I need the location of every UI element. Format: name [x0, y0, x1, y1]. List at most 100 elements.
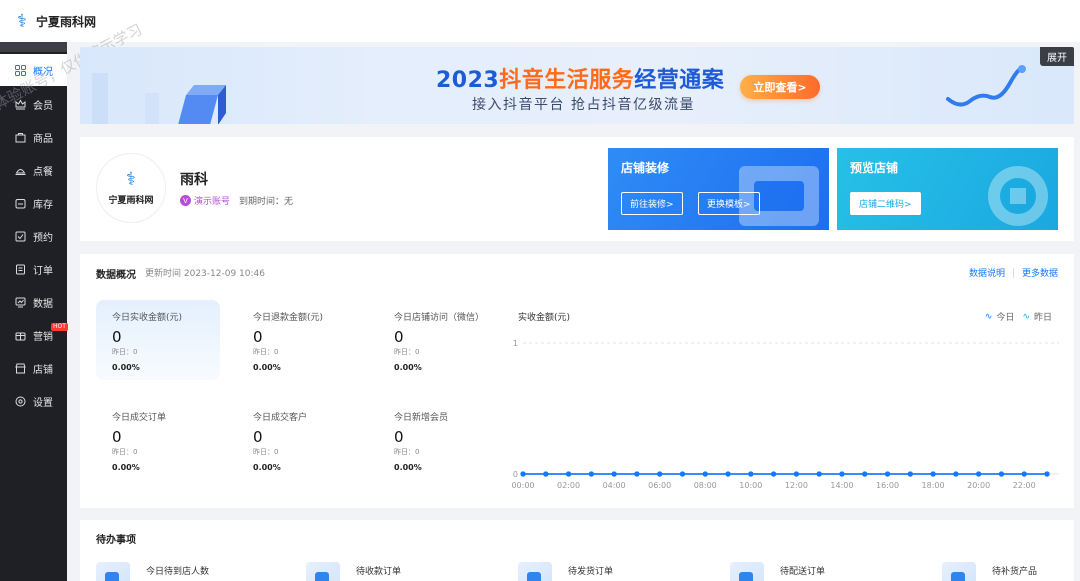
stat-value: 0	[253, 328, 263, 346]
data-point	[907, 471, 913, 477]
x-tick-label: 16:00	[876, 481, 899, 490]
x-tick-label: 06:00	[648, 481, 671, 490]
account-badge: V 演示账号 到期时间：无	[180, 194, 293, 207]
data-point	[611, 471, 617, 477]
store-info-panel: ⚕ 宁夏雨科网 雨科 V 演示账号 到期时间：无 店铺装修 前往装修> 更换模板>…	[80, 137, 1074, 241]
settings-icon	[14, 396, 26, 408]
banner-title: 2023抖音生活服务经营通案	[436, 68, 725, 93]
sidebar: 概况 会员 商品 点餐 库存 预约 订单 数据 营销 HOT 店铺 设置	[0, 42, 68, 581]
stat-card[interactable]: 今日实收金额(元) 0 昨日：0 0.00%	[96, 300, 220, 380]
banner-decoration	[92, 73, 226, 124]
sidebar-item-marketing[interactable]: 营销 HOT	[0, 319, 68, 352]
todo-item[interactable]: 待补货产品	[942, 562, 1037, 581]
view-now-button[interactable]: 立即查看>	[740, 75, 820, 99]
stat-percent: 0.00%	[253, 363, 281, 372]
chart-legend: ∿ 今日 ∿ 昨日	[977, 310, 1052, 324]
more-data-link[interactable]: 更多数据	[1022, 266, 1058, 279]
sidebar-item-data[interactable]: 数据	[0, 286, 67, 319]
x-tick-label: 02:00	[557, 481, 580, 490]
todo-item[interactable]: 今日待到店人数	[96, 562, 209, 581]
data-overview-panel: 数据概况 更新时间 2023-12-09 10:46 数据说明 更多数据 今日实…	[80, 254, 1074, 508]
stat-label: 今日新增会员	[394, 413, 449, 423]
data-point	[839, 471, 845, 477]
store-icon	[14, 363, 26, 375]
product-icon	[14, 132, 26, 144]
sidebar-item-member[interactable]: 会员	[0, 88, 67, 121]
chart-icon	[14, 297, 26, 309]
data-point	[588, 471, 594, 477]
todo-item[interactable]: 待配送订单	[730, 562, 825, 581]
store-avatar: ⚕ 宁夏雨科网	[96, 153, 166, 223]
stat-value: 0	[112, 328, 122, 346]
data-point	[634, 471, 640, 477]
stat-card[interactable]: 今日店铺访问（微信） 0 昨日：0 0.00%	[378, 300, 508, 380]
todo-icon	[306, 562, 340, 581]
sidebar-item-inventory[interactable]: 库存	[0, 187, 67, 220]
data-point	[930, 471, 936, 477]
data-point	[1044, 471, 1050, 477]
trend-line-decoration	[946, 65, 1026, 107]
x-tick-label: 12:00	[785, 481, 808, 490]
data-point	[976, 471, 982, 477]
sidebar-item-store[interactable]: 店铺	[0, 352, 67, 385]
stat-card[interactable]: 今日成交订单 0 昨日：0 0.00%	[96, 400, 220, 480]
stat-yesterday: 昨日：0	[394, 448, 420, 456]
stat-card[interactable]: 今日成交客户 0 昨日：0 0.00%	[237, 400, 361, 480]
top-bar: ⚕ 宁夏雨科网	[0, 0, 1080, 42]
stat-card[interactable]: 今日退款金额(元) 0 昨日：0 0.00%	[237, 300, 361, 380]
todo-icon	[942, 562, 976, 581]
data-point	[702, 471, 708, 477]
promo-banner[interactable]: 2023抖音生活服务经营通案 接入抖音平台 抢占抖音亿级流量 立即查看> 展开	[80, 47, 1074, 124]
stat-percent: 0.00%	[112, 463, 140, 472]
x-tick-label: 14:00	[830, 481, 853, 490]
sidebar-item-label: 数据	[33, 299, 53, 310]
divider	[1012, 267, 1014, 278]
data-point	[748, 471, 754, 477]
legend-item-yesterday[interactable]: ∿ 昨日	[1022, 310, 1052, 324]
todo-item[interactable]: 待发货订单	[518, 562, 613, 581]
data-point	[953, 471, 959, 477]
stat-label: 今日实收金额(元)	[112, 313, 183, 323]
crown-icon	[14, 99, 26, 111]
overview-links: 数据说明 更多数据	[969, 266, 1058, 279]
sidebar-item-booking[interactable]: 预约	[0, 220, 67, 253]
data-point	[816, 471, 822, 477]
store-name: 雨科	[180, 172, 208, 188]
vip-icon: V	[180, 195, 191, 206]
sidebar-item-label: 概况	[33, 66, 53, 78]
dish-icon	[14, 165, 26, 177]
sidebar-item-settings[interactable]: 设置	[0, 385, 67, 418]
stat-yesterday: 昨日：0	[253, 448, 279, 456]
sidebar-item-order-food[interactable]: 点餐	[0, 154, 67, 187]
data-point	[543, 471, 549, 477]
sidebar-item-overview[interactable]: 概况	[0, 54, 67, 86]
sidebar-item-label: 商品	[33, 134, 53, 145]
go-decorate-button[interactable]: 前往装修>	[621, 192, 683, 215]
stat-label: 今日成交订单	[112, 413, 167, 423]
section-title: 数据概况	[96, 270, 136, 281]
stat-label: 今日店铺访问（微信）	[394, 313, 485, 323]
todo-icon	[730, 562, 764, 581]
stat-card[interactable]: 今日新增会员 0 昨日：0 0.00%	[378, 400, 502, 480]
card-title: 店铺装修	[621, 161, 670, 175]
expand-button[interactable]: 展开	[1040, 47, 1074, 66]
todo-panel: 待办事项 今日待到店人数 待收款订单 待发货订单 待配送订单 待补货产品	[80, 520, 1074, 581]
store-qrcode-button[interactable]: 店铺二维码>	[850, 192, 921, 215]
data-point	[884, 471, 891, 477]
y-tick-label: 1	[513, 339, 518, 348]
stat-value: 0	[112, 428, 122, 446]
stat-percent: 0.00%	[112, 363, 140, 372]
sidebar-item-product[interactable]: 商品	[0, 121, 67, 154]
update-time: 更新时间 2023-12-09 10:46	[145, 269, 265, 279]
change-template-button[interactable]: 更换模板>	[698, 192, 760, 215]
stat-yesterday: 昨日：0	[394, 348, 420, 356]
stat-percent: 0.00%	[394, 363, 422, 372]
line-icon: ∿	[1022, 311, 1030, 322]
section-title: 待办事项	[96, 535, 136, 546]
legend-item-today[interactable]: ∿ 今日	[985, 310, 1015, 324]
stat-value: 0	[394, 328, 404, 346]
sidebar-item-orders[interactable]: 订单	[0, 253, 67, 286]
data-explain-link[interactable]: 数据说明	[969, 266, 1005, 279]
todo-item[interactable]: 待收款订单	[306, 562, 401, 581]
todo-icon	[518, 562, 552, 581]
